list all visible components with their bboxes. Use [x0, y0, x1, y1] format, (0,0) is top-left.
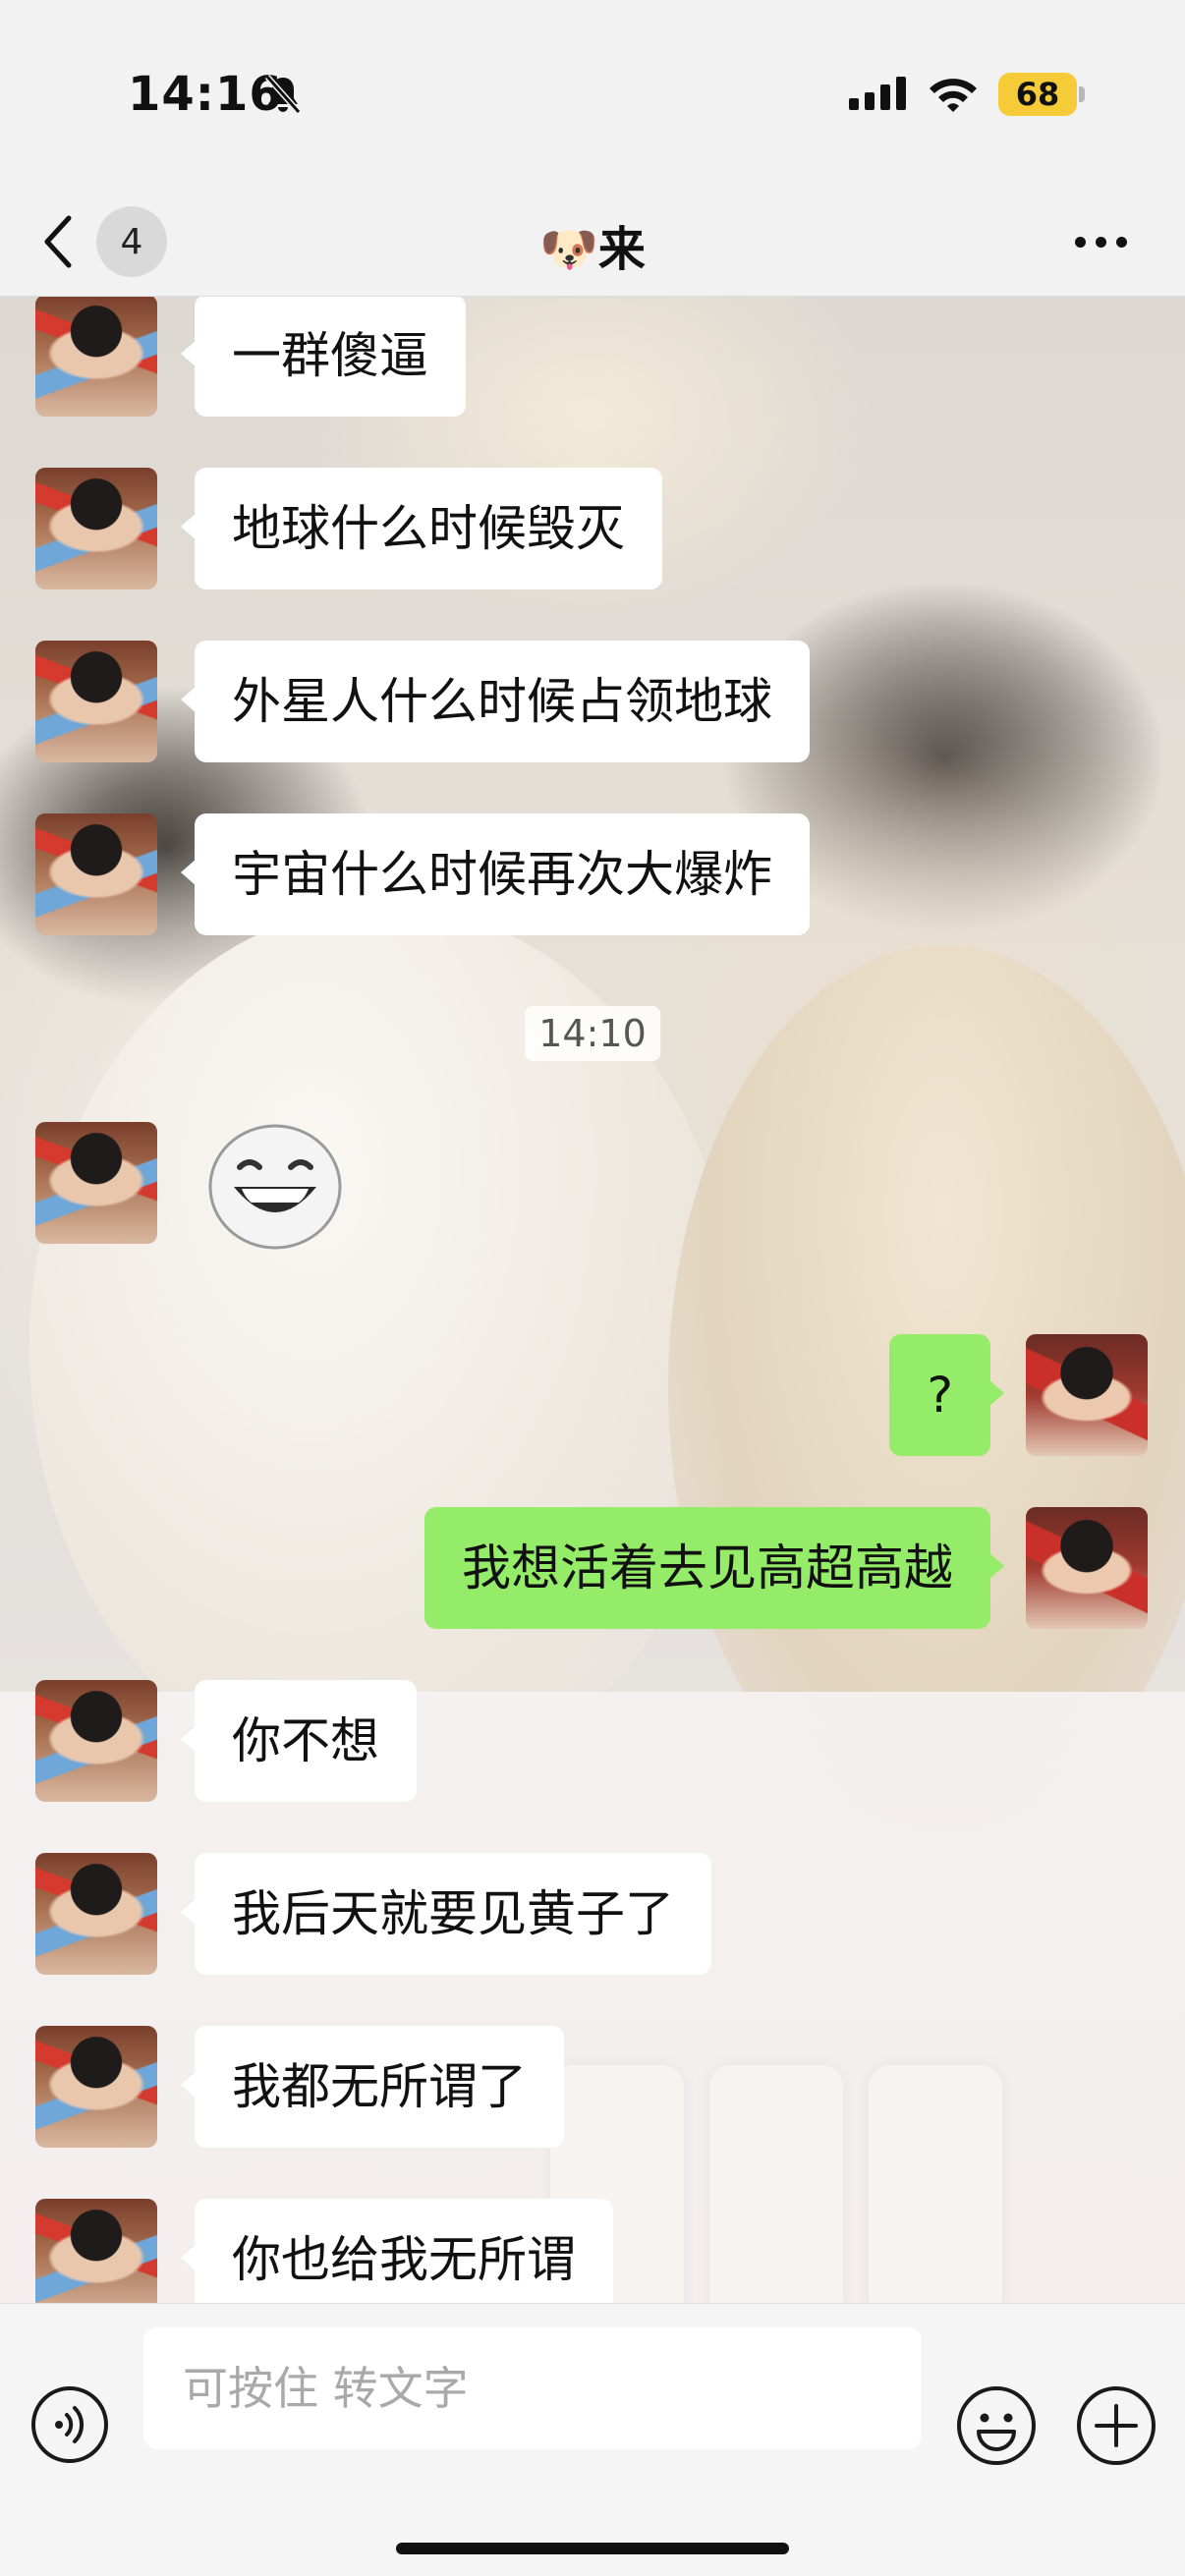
avatar[interactable] — [35, 1680, 157, 1802]
avatar[interactable] — [35, 2199, 157, 2303]
more-options-button[interactable] — [1061, 214, 1140, 269]
wifi-icon — [930, 79, 977, 112]
message-bubble[interactable]: 外星人什么时候占领地球 — [181, 641, 810, 762]
battery-tip — [1079, 86, 1085, 102]
voice-input-icon[interactable] — [29, 2384, 110, 2465]
home-indicator[interactable] — [396, 2543, 789, 2554]
input-bar — [0, 2303, 1185, 2576]
message-bubble[interactable]: 我后天就要见黄子了 — [181, 1853, 711, 1975]
chat-title: 🐶来 — [539, 222, 646, 277]
message-timestamp: 14:10 — [525, 1006, 660, 1061]
emoji-icon[interactable] — [955, 2384, 1038, 2467]
avatar[interactable] — [35, 813, 157, 935]
avatar[interactable] — [35, 1853, 157, 1975]
dot-icon — [1115, 236, 1127, 248]
signal-icon — [849, 77, 906, 110]
message-bubble[interactable]: 地球什么时候毁灭 — [181, 468, 662, 589]
avatar[interactable] — [1026, 1334, 1148, 1456]
avatar[interactable] — [35, 468, 157, 589]
message-bubble[interactable]: 你不想 — [181, 1680, 417, 1802]
battery-indicator: 68 — [998, 73, 1077, 116]
background-product — [709, 2065, 843, 2303]
message-bubble[interactable]: 宇宙什么时候再次大爆炸 — [181, 813, 810, 935]
background-photo-products — [550, 2065, 1002, 2303]
background-product — [869, 2065, 1002, 2303]
avatar[interactable] — [35, 297, 157, 417]
message-bubble[interactable]: 你也给我无所谓 — [181, 2199, 613, 2303]
grinning-face-sticker[interactable] — [206, 1122, 344, 1250]
nav-bar: 4 🐶来 — [0, 187, 1185, 297]
message-bubble[interactable]: 我都无所谓了 — [181, 2026, 564, 2148]
message-bubble[interactable]: ? — [889, 1334, 1004, 1456]
avatar[interactable] — [35, 641, 157, 762]
bell-off-icon — [264, 75, 302, 114]
message-input[interactable] — [143, 2327, 922, 2449]
avatar[interactable] — [35, 2026, 157, 2148]
message-bubble[interactable]: 我想活着去见高超高越 — [424, 1507, 1004, 1629]
status-bar: 14:16 68 — [0, 0, 1185, 187]
dot-icon — [1095, 236, 1106, 248]
message-bubble[interactable]: 一群傻逼 — [181, 297, 466, 417]
chat-area[interactable]: 一群傻逼 地球什么时候毁灭 外星人什么时候占领地球 宇宙什么时候再次大爆炸 14… — [0, 297, 1185, 2303]
avatar[interactable] — [35, 1122, 157, 1244]
dot-icon — [1074, 236, 1086, 248]
avatar[interactable] — [1026, 1507, 1148, 1629]
status-time: 14:16 — [128, 67, 283, 122]
plus-circle-icon[interactable] — [1075, 2384, 1157, 2467]
